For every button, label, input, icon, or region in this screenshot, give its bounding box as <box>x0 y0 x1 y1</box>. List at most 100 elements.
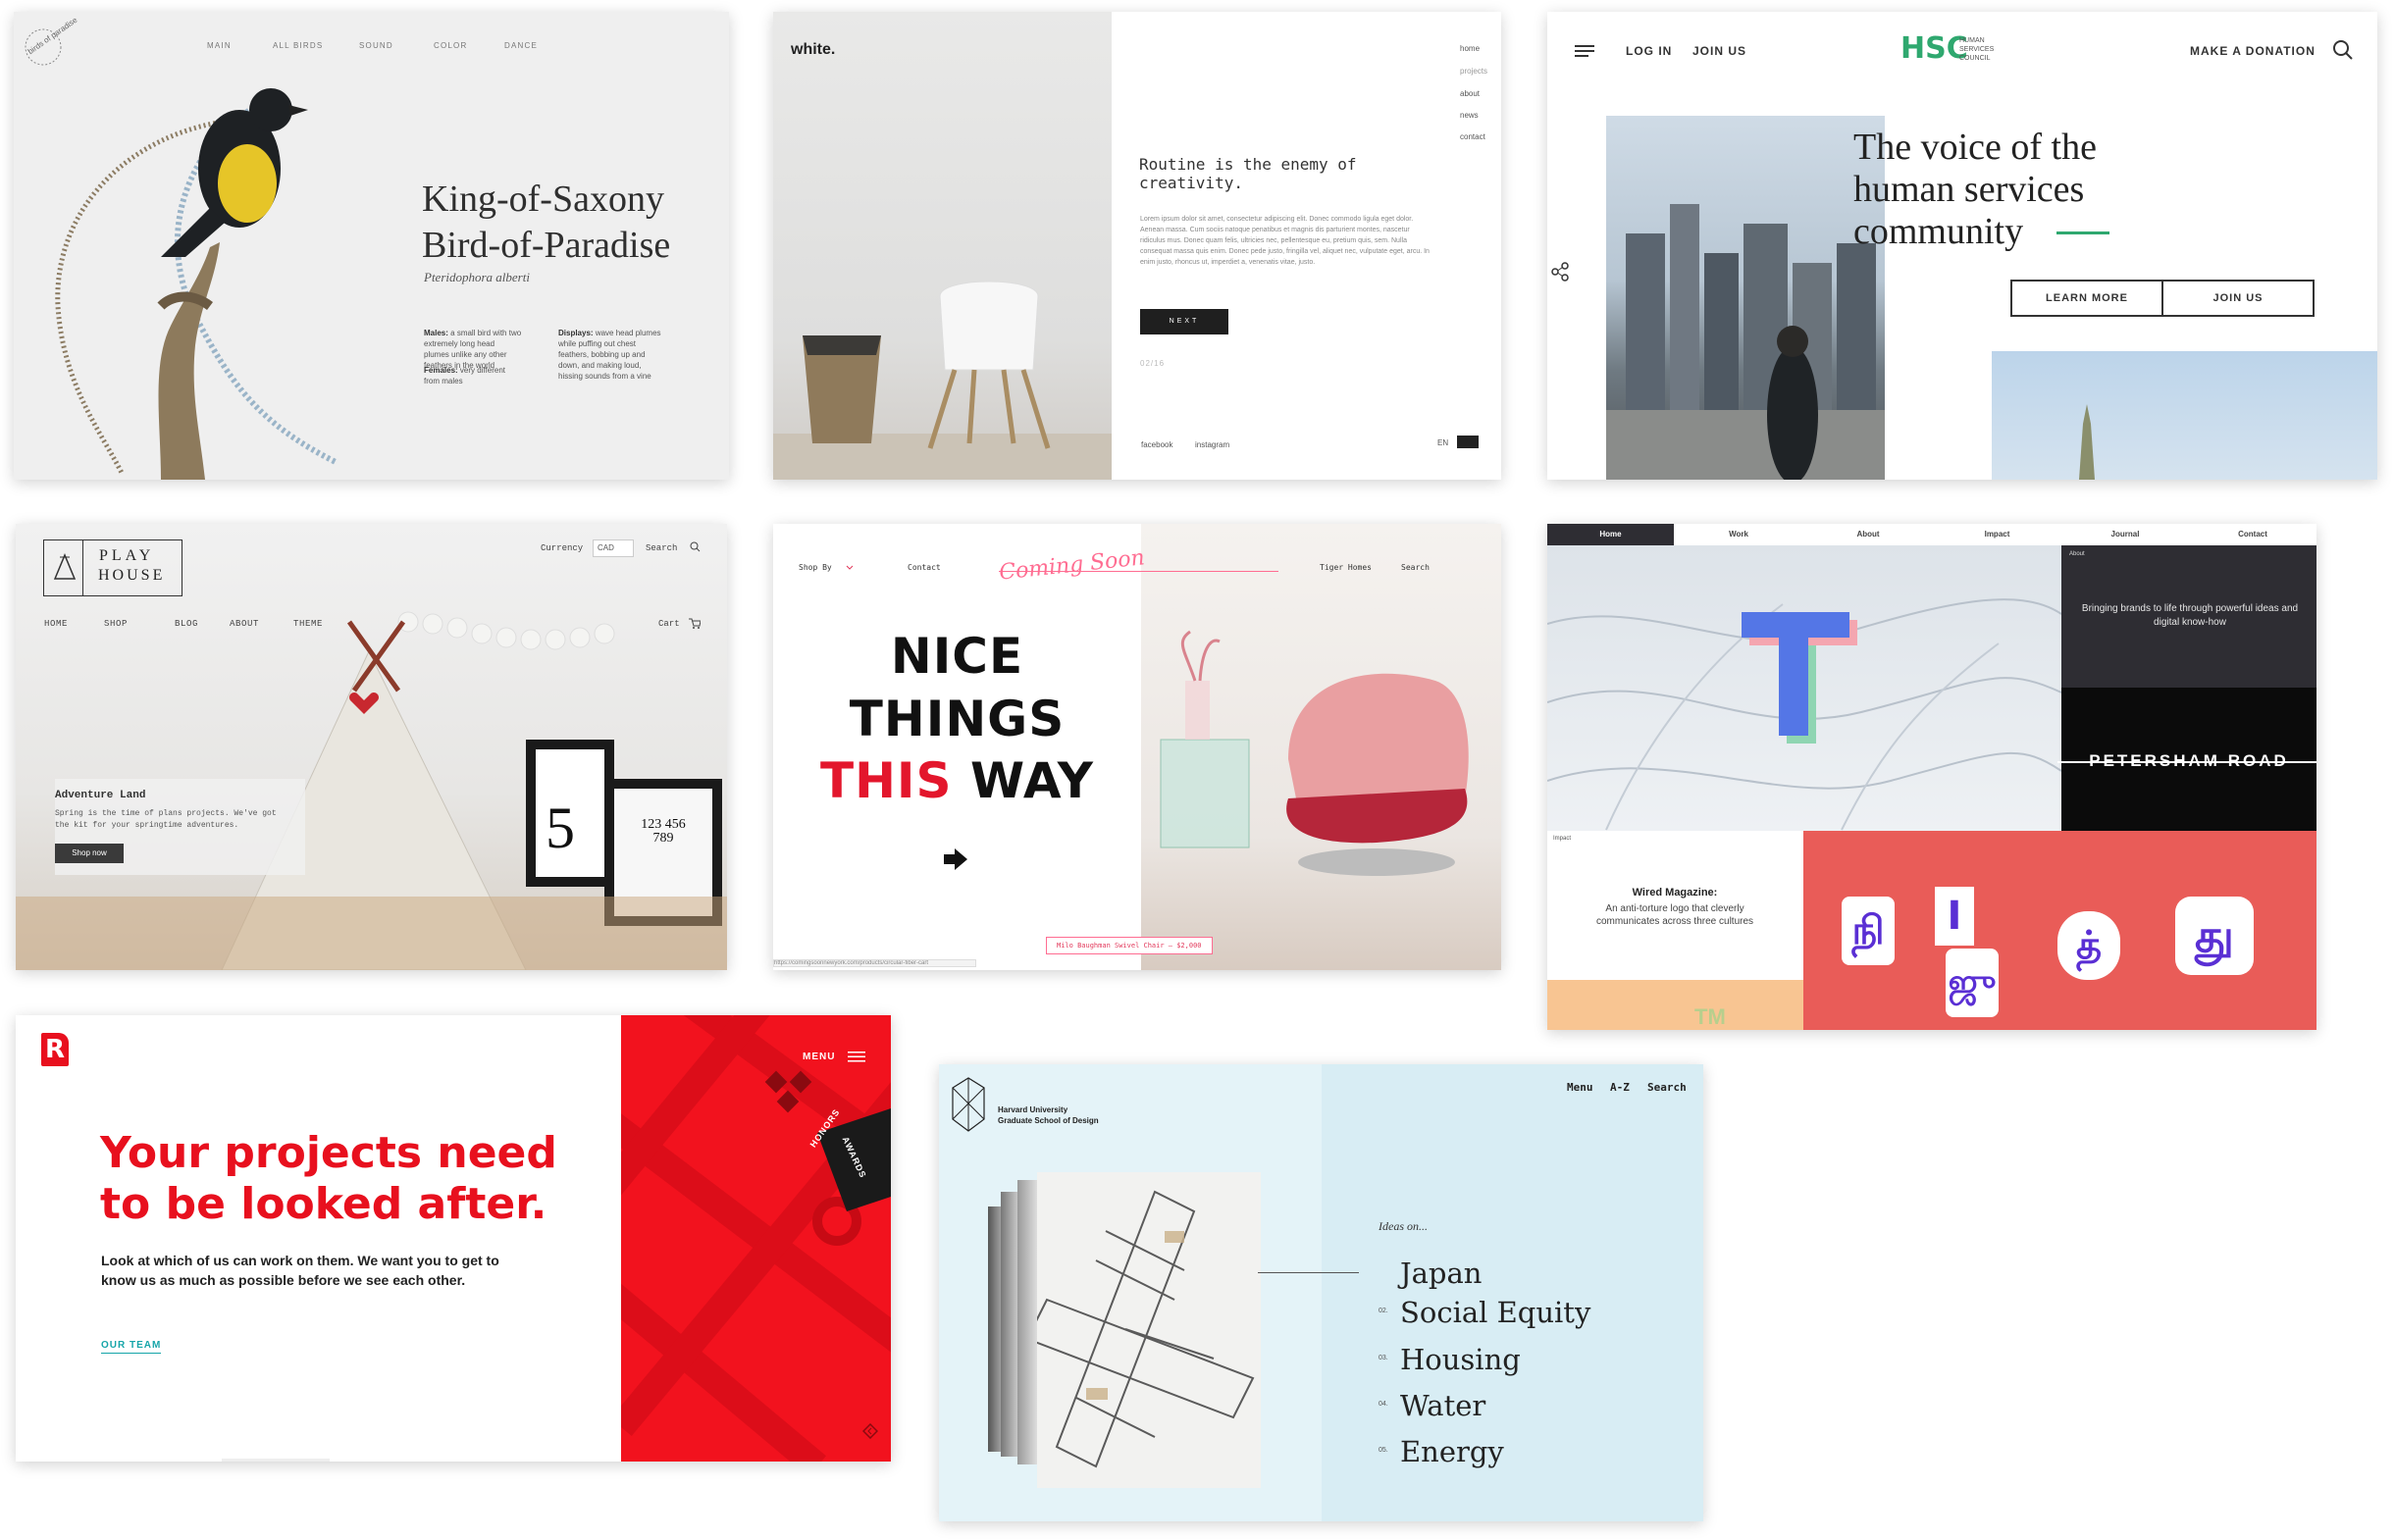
nav-contact[interactable]: contact <box>1460 132 1485 141</box>
arrow-right-icon[interactable] <box>942 846 969 873</box>
topic-num-3: 03. <box>1379 1355 1388 1361</box>
stack-sheet-2 <box>1001 1192 1018 1457</box>
facebook-link[interactable]: facebook <box>1141 440 1172 449</box>
topic-housing[interactable]: Housing <box>1400 1343 1521 1376</box>
snow-tracks <box>1547 598 2061 831</box>
topic-energy[interactable]: Energy <box>1400 1435 1504 1468</box>
shop-now-button[interactable]: Shop now <box>55 844 124 863</box>
white-logo[interactable]: white. <box>791 41 835 59</box>
topic-num-5: 05. <box>1379 1447 1388 1454</box>
nav-color[interactable]: COLOR <box>434 41 467 50</box>
nav-home[interactable]: home <box>1460 44 1480 53</box>
t-studio-site-card[interactable]: Home Work About Impact Journal Contact A… <box>1547 524 2316 1030</box>
svg-text:5: 5 <box>546 796 575 860</box>
login-link[interactable]: LOG IN <box>1626 44 1672 58</box>
nav-news[interactable]: news <box>1460 111 1479 120</box>
topic-social-equity[interactable]: Social Equity <box>1400 1296 1590 1329</box>
harvard-logo-icon[interactable] <box>949 1076 988 1133</box>
headline-line2: THINGS <box>849 691 1066 747</box>
scroll-hint <box>222 1459 330 1462</box>
join-us-button[interactable]: JOIN US <box>2161 280 2315 317</box>
grid-pattern <box>621 1015 891 1462</box>
tab-impact[interactable]: Impact <box>1933 524 2061 545</box>
chevron-down-icon[interactable] <box>846 565 854 571</box>
strike-line <box>2057 761 2316 763</box>
contact-link[interactable]: Contact <box>908 563 941 572</box>
liberty-photo <box>1992 351 2377 480</box>
nav-projects[interactable]: projects <box>1460 67 1487 76</box>
about-label: About <box>2069 551 2085 557</box>
body-text: Lorem ipsum dolor sit amet, consectetur … <box>1140 216 1430 266</box>
tab-contact[interactable]: Contact <box>2189 524 2316 545</box>
product-caption[interactable]: Milo Baughman Swivel Chair — $2,000 <box>1046 937 1213 954</box>
about-text: Bringing brands to life through powerful… <box>2081 603 2299 628</box>
white-site-card[interactable]: white. home projects about news contact … <box>773 12 1501 480</box>
tiger-homes-link[interactable]: Tiger Homes <box>1320 563 1372 572</box>
nav-dance[interactable]: DANCE <box>504 41 538 50</box>
headline-accent <box>2056 231 2109 234</box>
harvard-gsd-site-card[interactable]: Harvard University Graduate School of De… <box>939 1064 1703 1521</box>
tab-home[interactable]: Home <box>1547 524 1674 545</box>
search-link[interactable]: Search <box>1401 563 1430 572</box>
nav-about[interactable]: about <box>1460 89 1480 98</box>
tab-about[interactable]: About <box>1803 524 1933 545</box>
statue-graphic <box>2079 404 2095 480</box>
lang-toggle[interactable]: DE <box>1457 436 1479 448</box>
next-button[interactable]: NEXT <box>1140 309 1228 334</box>
join-link[interactable]: JOIN US <box>1692 44 1746 58</box>
hsc-logo[interactable]: HSC <box>1900 31 1968 66</box>
search-icon[interactable] <box>2332 39 2354 61</box>
r-logo[interactable]: R <box>41 1033 69 1066</box>
tab-journal[interactable]: Journal <box>2061 524 2189 545</box>
tamil-glyph-3: ஜு <box>1946 949 1999 1017</box>
wired-text: An anti-torture logo that cleverly commu… <box>1595 903 1754 927</box>
shop-by-link[interactable]: Shop By <box>799 563 832 572</box>
nice-things-site-card[interactable]: Shop By Contact Coming Soon Tiger Homes … <box>773 524 1501 970</box>
teepee-icon <box>53 553 77 580</box>
currency-label: Currency <box>541 543 584 553</box>
tab-work[interactable]: Work <box>1674 524 1803 545</box>
scientific-name: Pteridophora alberti <box>424 270 530 284</box>
tm-mark: TM <box>1694 1004 1726 1029</box>
our-team-link[interactable]: OUR TEAM <box>101 1340 162 1354</box>
search-link[interactable]: Search <box>646 543 677 553</box>
slide-counter: 02/16 <box>1140 359 1166 368</box>
headline-line3: THIS WAY <box>819 752 1095 809</box>
topic-japan[interactable]: Japan <box>1400 1257 1482 1290</box>
hamburger-icon[interactable] <box>1575 43 1594 59</box>
share-icon[interactable] <box>1551 262 1571 282</box>
menu-link[interactable]: Menu <box>1567 1081 1593 1094</box>
currency-select[interactable]: CAD <box>593 539 634 557</box>
chair-photo <box>803 281 1051 449</box>
menu-icon[interactable] <box>848 1052 865 1062</box>
instagram-link[interactable]: instagram <box>1195 440 1229 449</box>
learn-more-button[interactable]: LEARN MORE <box>2010 280 2163 317</box>
hsc-logo-sub: HUMAN SERVICES COUNCIL <box>1959 37 1995 62</box>
bird-site-card[interactable]: birds of paradise MAIN ALL BIRDS SOUND C… <box>14 12 729 480</box>
r-studio-site-card[interactable]: R Your projects need to be looked after.… <box>16 1015 891 1462</box>
logo-line1: PLAY <box>99 547 155 564</box>
scroll-arrow-icon[interactable] <box>862 1423 878 1439</box>
lang-en[interactable]: EN <box>1437 438 1448 447</box>
nav-sound[interactable]: SOUND <box>359 41 393 50</box>
headline-line1: NICE <box>890 628 1024 685</box>
a-z-link[interactable]: A-Z <box>1610 1081 1630 1094</box>
hsc-site-card[interactable]: LOG IN JOIN US HSC HUMAN SERVICES COUNCI… <box>1547 12 2377 480</box>
tamil-glyph-5: து <box>2175 897 2254 975</box>
chair-photo <box>1160 630 1469 876</box>
menu-label[interactable]: MENU <box>803 1052 835 1062</box>
architectural-model <box>1037 1190 1255 1468</box>
topic-water[interactable]: Water <box>1400 1389 1485 1422</box>
frame-numbers: 123 456 789 <box>641 817 686 846</box>
playhouse-site-card[interactable]: PLAY HOUSE Currency CAD Search HOME SHOP… <box>16 524 727 970</box>
box-title: Adventure Land <box>55 790 146 801</box>
search-link[interactable]: Search <box>1647 1081 1687 1094</box>
nav-main[interactable]: MAIN <box>207 41 232 50</box>
ideas-label: Ideas on... <box>1379 1219 1428 1233</box>
donate-link[interactable]: MAKE A DONATION <box>2190 44 2316 58</box>
nav-all-birds[interactable]: ALL BIRDS <box>273 41 323 50</box>
impact-label: Impact <box>1553 836 1572 842</box>
tagline: Routine is the enemy of creativity. <box>1139 155 1357 192</box>
search-icon[interactable] <box>690 541 701 552</box>
script-logo[interactable]: Coming Soon <box>998 545 1146 585</box>
